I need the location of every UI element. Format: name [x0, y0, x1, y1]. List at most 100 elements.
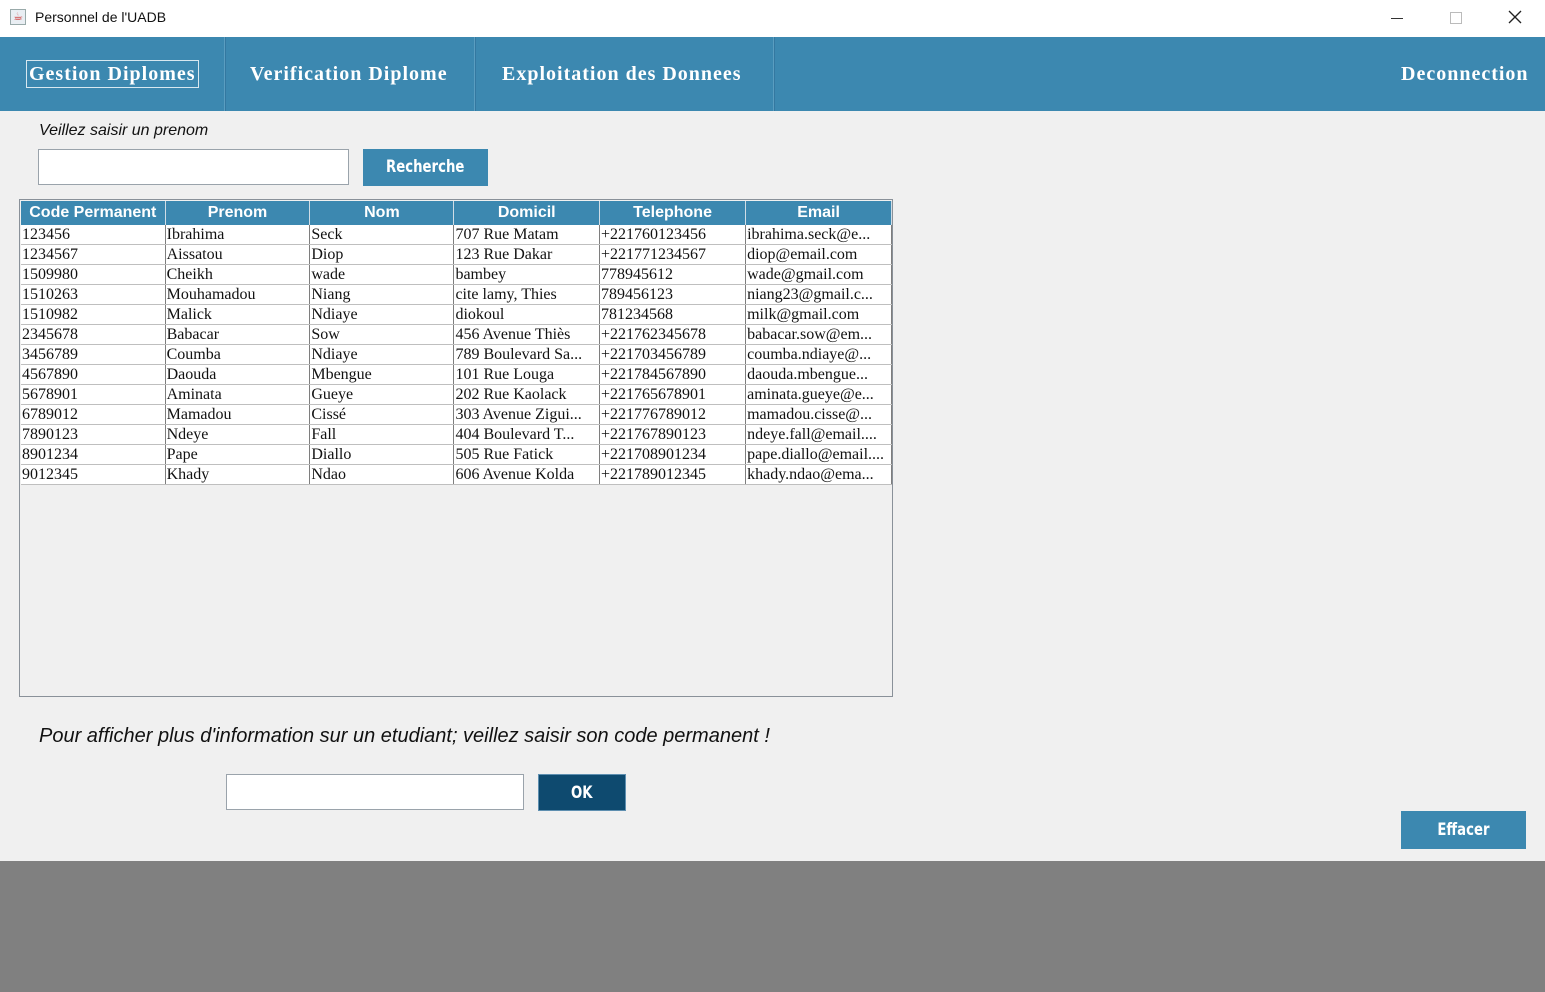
column-header[interactable]: Email — [745, 201, 892, 225]
table-cell[interactable]: Mamadou — [165, 404, 311, 425]
table-cell[interactable]: +221760123456 — [599, 225, 747, 245]
table-cell[interactable]: +221762345678 — [599, 324, 747, 345]
table-cell[interactable]: niang23@gmail.c... — [745, 284, 892, 305]
table-cell[interactable]: 101 Rue Louga — [453, 364, 601, 385]
table-cell[interactable]: wade@gmail.com — [745, 264, 892, 285]
table-cell[interactable]: Ndiaye — [309, 344, 455, 365]
table-cell[interactable]: Cissé — [309, 404, 455, 425]
column-header[interactable]: Nom — [309, 201, 455, 225]
table-cell[interactable]: Mouhamadou — [165, 284, 311, 305]
table-cell[interactable]: Seck — [309, 225, 455, 245]
table-cell[interactable]: ibrahima.seck@e... — [745, 225, 892, 245]
table-cell[interactable]: bambey — [453, 264, 601, 285]
table-cell[interactable]: Mbengue — [309, 364, 455, 385]
table-row[interactable]: 1509980 Cheikh wade bambey 778945612 wade@gma… — [21, 264, 892, 285]
logout-button[interactable]: Deconnection — [1401, 37, 1529, 111]
table-cell[interactable]: Niang — [309, 284, 455, 305]
table-row[interactable]: 4567890 Daouda Mbengue 101 Rue Louga +221784… — [21, 364, 892, 385]
table-row[interactable]: 8901234 Pape Diallo 505 Rue Fatick +22170890… — [21, 444, 892, 465]
table-cell[interactable]: 456 Avenue Thiès — [453, 324, 601, 345]
table-cell[interactable]: 303 Avenue Zigui... — [453, 404, 601, 425]
table-cell[interactable]: 707 Rue Matam — [453, 225, 601, 245]
table-cell[interactable]: 505 Rue Fatick — [453, 444, 601, 465]
table-cell[interactable]: babacar.sow@em... — [745, 324, 892, 345]
table-cell[interactable]: 1509980 — [21, 264, 166, 285]
table-cell[interactable]: 4567890 — [21, 364, 166, 385]
table-cell[interactable]: 7890123 — [21, 424, 166, 445]
table-cell[interactable]: 778945612 — [599, 264, 747, 285]
table-cell[interactable]: 5678901 — [21, 384, 166, 405]
table-cell[interactable]: 789 Boulevard Sa... — [453, 344, 601, 365]
table-cell[interactable]: Ndeye — [165, 424, 311, 445]
table-cell[interactable]: 123456 — [21, 225, 166, 245]
column-header[interactable]: Prenom — [165, 201, 311, 225]
students-table[interactable]: Code Permanent Prenom Nom Domicil Teleph… — [19, 199, 893, 697]
table-cell[interactable]: 1510982 — [21, 304, 166, 325]
table-cell[interactable]: Ibrahima — [165, 225, 311, 245]
table-cell[interactable]: Ndao — [309, 464, 455, 485]
table-cell[interactable]: cite lamy, Thies — [453, 284, 601, 305]
ok-button[interactable]: OK — [538, 774, 626, 811]
table-cell[interactable]: aminata.gueye@e... — [745, 384, 892, 405]
table-cell[interactable]: Sow — [309, 324, 455, 345]
table-cell[interactable]: +221767890123 — [599, 424, 747, 445]
minimize-button[interactable] — [1369, 0, 1427, 37]
table-cell[interactable]: +221703456789 — [599, 344, 747, 365]
table-cell[interactable]: Ndiaye — [309, 304, 455, 325]
table-cell[interactable]: +221789012345 — [599, 464, 747, 485]
table-cell[interactable]: 404 Boulevard T... — [453, 424, 601, 445]
table-cell[interactable]: 123 Rue Dakar — [453, 244, 601, 265]
menu-gestion-diplomes[interactable]: Gestion Diplomes — [26, 37, 199, 111]
close-button[interactable] — [1486, 0, 1544, 37]
menu-verification-diplome[interactable]: Verification Diplome — [250, 37, 448, 111]
table-cell[interactable]: +221765678901 — [599, 384, 747, 405]
table-cell[interactable]: coumba.ndiaye@... — [745, 344, 892, 365]
table-cell[interactable]: +221708901234 — [599, 444, 747, 465]
table-row[interactable]: 6789012 Mamadou Cissé 303 Avenue Zigui... +2… — [21, 404, 892, 425]
code-permanent-input[interactable] — [226, 774, 524, 810]
maximize-button[interactable] — [1427, 0, 1485, 37]
table-cell[interactable]: 1234567 — [21, 244, 166, 265]
table-cell[interactable]: 789456123 — [599, 284, 747, 305]
table-cell[interactable]: 9012345 — [21, 464, 166, 485]
table-row[interactable]: 7890123 Ndeye Fall 404 Boulevard T... +22176… — [21, 424, 892, 445]
table-row[interactable]: 1234567 Aissatou Diop 123 Rue Dakar +2217712… — [21, 244, 892, 265]
table-cell[interactable]: +221771234567 — [599, 244, 747, 265]
table-cell[interactable]: 1510263 — [21, 284, 166, 305]
table-cell[interactable]: 606 Avenue Kolda — [453, 464, 601, 485]
table-cell[interactable]: pape.diallo@email.... — [745, 444, 892, 465]
table-cell[interactable]: mamadou.cisse@... — [745, 404, 892, 425]
table-row[interactable]: 1510263 Mouhamadou Niang cite lamy, Thies 78… — [21, 284, 892, 305]
table-cell[interactable]: +221784567890 — [599, 364, 747, 385]
table-cell[interactable]: Daouda — [165, 364, 311, 385]
search-button[interactable]: Recherche — [363, 149, 488, 186]
menu-exploitation-donnees[interactable]: Exploitation des Donnees — [502, 37, 742, 111]
table-cell[interactable]: 202 Rue Kaolack — [453, 384, 601, 405]
table-cell[interactable]: 2345678 — [21, 324, 166, 345]
table-cell[interactable]: Fall — [309, 424, 455, 445]
table-cell[interactable]: Coumba — [165, 344, 311, 365]
table-cell[interactable]: Pape — [165, 444, 311, 465]
table-cell[interactable]: Gueye — [309, 384, 455, 405]
table-cell[interactable]: Babacar — [165, 324, 311, 345]
table-cell[interactable]: Khady — [165, 464, 311, 485]
table-row[interactable]: 2345678 Babacar Sow 456 Avenue Thiès +221762… — [21, 324, 892, 345]
prenom-search-input[interactable] — [38, 149, 349, 185]
table-row[interactable]: 9012345 Khady Ndao 606 Avenue Kolda +2217890… — [21, 464, 892, 485]
table-cell[interactable]: 3456789 — [21, 344, 166, 365]
table-row[interactable]: 3456789 Coumba Ndiaye 789 Boulevard Sa... +2… — [21, 344, 892, 365]
table-row[interactable]: 5678901 Aminata Gueye 202 Rue Kaolack +22176… — [21, 384, 892, 405]
table-cell[interactable]: daouda.mbengue... — [745, 364, 892, 385]
column-header[interactable]: Code Permanent — [21, 201, 166, 225]
table-cell[interactable]: Aminata — [165, 384, 311, 405]
clear-button[interactable]: Effacer — [1401, 811, 1526, 849]
table-cell[interactable]: ndeye.fall@email.... — [745, 424, 892, 445]
table-cell[interactable]: Cheikh — [165, 264, 311, 285]
table-cell[interactable]: Aissatou — [165, 244, 311, 265]
table-cell[interactable]: milk@gmail.com — [745, 304, 892, 325]
column-header[interactable]: Domicil — [453, 201, 601, 225]
table-cell[interactable]: 781234568 — [599, 304, 747, 325]
table-cell[interactable]: +221776789012 — [599, 404, 747, 425]
table-row[interactable]: 123456 Ibrahima Seck 707 Rue Matam +22176012… — [21, 225, 892, 245]
table-cell[interactable]: Malick — [165, 304, 311, 325]
